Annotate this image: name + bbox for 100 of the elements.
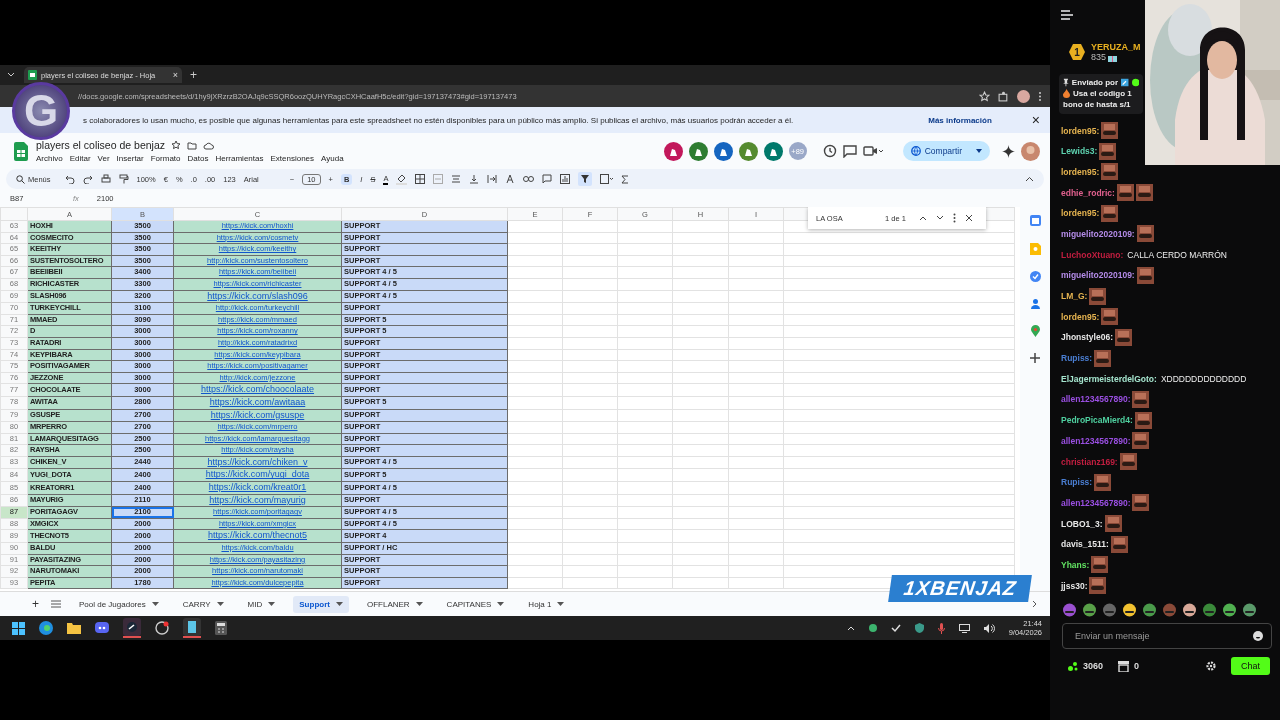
chat-username[interactable]: PedroPicaMierd4: [1061, 415, 1133, 426]
history-icon[interactable] [822, 144, 837, 158]
add-sheet-button[interactable]: + [32, 597, 39, 611]
menu-item[interactable]: Archivo [36, 154, 63, 163]
menu-item[interactable]: Formato [150, 154, 181, 163]
collapse-icon[interactable] [1025, 176, 1034, 182]
sheet-tab[interactable]: Support [293, 595, 349, 613]
profile-icon[interactable] [1017, 89, 1030, 103]
tasks-icon[interactable] [1029, 271, 1041, 282]
undo-icon[interactable] [64, 174, 75, 184]
sheet-tab[interactable]: Pool de Jugadores [73, 595, 165, 613]
recorder-icon[interactable] [155, 621, 169, 635]
emote-icon[interactable] [1082, 602, 1097, 618]
more-icon[interactable] [952, 213, 956, 223]
browser-icon[interactable] [39, 621, 53, 635]
sheets-logo-icon[interactable] [14, 141, 28, 161]
document-title[interactable]: players el coliseo de benjaz [36, 139, 165, 151]
print-icon[interactable] [100, 174, 111, 184]
chart-icon[interactable] [560, 174, 571, 184]
chat-username[interactable]: LM_G: [1061, 291, 1088, 301]
chat-username[interactable]: LOBO1_3: [1061, 518, 1103, 529]
emote-icon[interactable] [1242, 602, 1257, 618]
shield-icon[interactable] [914, 623, 924, 633]
wrap-icon[interactable] [487, 174, 498, 184]
new-tab-button[interactable]: + [190, 68, 197, 82]
share-button[interactable]: Compartir [902, 141, 990, 161]
menu-item[interactable]: Datos [187, 154, 209, 163]
vertical-align-icon[interactable] [469, 174, 480, 184]
fill-color-icon[interactable] [396, 173, 408, 185]
chat-username[interactable]: davis_1511: [1061, 539, 1109, 550]
emoji-icon[interactable] [1253, 631, 1263, 642]
comment-icon[interactable] [542, 174, 553, 184]
chat-username[interactable]: Yhans: [1061, 559, 1090, 570]
settings-icon[interactable] [1206, 661, 1216, 672]
close-icon[interactable]: × [172, 70, 178, 80]
more-info-link[interactable]: Más información [928, 115, 992, 125]
folder-icon[interactable] [187, 140, 197, 150]
chat-username[interactable]: miguelito2020109: [1061, 228, 1135, 239]
chat-username[interactable]: Rupiss: [1061, 353, 1093, 364]
sheet-tab[interactable]: MID [241, 595, 282, 613]
chat-username[interactable]: lorden95: [1061, 311, 1100, 322]
account-avatar[interactable] [1021, 141, 1040, 161]
chat-username[interactable]: jjss30: [1061, 580, 1088, 591]
emote-icon[interactable] [1182, 602, 1197, 618]
chat-username[interactable]: lorden95: [1061, 208, 1100, 219]
emote-icon[interactable] [1122, 602, 1137, 618]
collaborator-avatar[interactable] [713, 141, 733, 161]
collaborator-avatar[interactable] [738, 141, 758, 161]
collaborator-avatar[interactable] [663, 141, 683, 161]
menu-item[interactable]: Ayuda [321, 154, 344, 163]
points-icon[interactable] [1068, 661, 1078, 672]
chat-username[interactable]: ElJagermeisterdelGoto: [1061, 373, 1157, 384]
menu-item[interactable]: Herramientas [215, 154, 264, 163]
check-icon[interactable] [890, 623, 901, 633]
menu-item[interactable]: Ver [97, 154, 110, 163]
redo-icon[interactable] [82, 174, 93, 184]
store-icon[interactable] [1118, 660, 1130, 672]
chat-username[interactable]: Rupiss: [1061, 477, 1093, 488]
star-icon[interactable] [171, 140, 181, 150]
link-icon[interactable] [523, 175, 535, 183]
status-dot-icon[interactable] [868, 624, 877, 632]
folder-icon[interactable] [67, 622, 81, 634]
filter-views-icon[interactable] [600, 174, 614, 184]
chat-username[interactable]: edhie_rodric: [1061, 187, 1115, 198]
calculator-icon[interactable] [215, 621, 227, 635]
sheet-tab[interactable]: CARRY [176, 595, 230, 613]
sheet-tab[interactable]: OFFLANER [360, 595, 429, 613]
chat-username[interactable]: lorden95: [1061, 166, 1100, 177]
message-input[interactable]: Enviar un mensaje [1062, 623, 1272, 650]
filter-icon[interactable] [578, 172, 593, 186]
windows-icon[interactable] [12, 621, 25, 635]
video-call-icon[interactable] [862, 145, 883, 157]
extension-icon[interactable] [998, 90, 1009, 102]
close-icon[interactable] [964, 214, 973, 222]
plus-icon[interactable] [1030, 353, 1040, 363]
sparkle-icon[interactable] [1002, 144, 1015, 158]
chat-username[interactable]: allen1234567890: [1061, 497, 1131, 508]
cloud-icon[interactable] [203, 140, 214, 150]
menu-icon[interactable] [1038, 90, 1042, 102]
chat-username[interactable]: Jhonstyle06: [1061, 332, 1113, 343]
borders-icon[interactable] [415, 174, 426, 184]
menu-item[interactable]: Editar [69, 154, 91, 163]
display-icon[interactable] [958, 623, 970, 633]
chat-username[interactable]: christianz169: [1061, 456, 1118, 467]
paint-format-icon[interactable] [118, 174, 129, 184]
close-icon[interactable]: × [1031, 112, 1040, 128]
collaborator-avatar[interactable] [763, 141, 783, 161]
calendar-icon[interactable] [1029, 215, 1041, 226]
chat-username[interactable]: Lewids3: [1061, 146, 1098, 157]
chat-username[interactable]: lorden95: [1061, 125, 1100, 136]
chat-username[interactable]: allen1234567890: [1061, 435, 1131, 446]
menu-item[interactable]: Extensiones [270, 154, 315, 163]
sheet-tab[interactable]: CAPITANES [440, 595, 511, 613]
microphone-icon[interactable] [937, 622, 945, 634]
volume-icon[interactable] [983, 623, 995, 633]
chat-username[interactable]: miguelito2020109: [1061, 270, 1135, 281]
comment-icon[interactable] [842, 144, 857, 158]
chat-username[interactable]: LuchooXtuano: [1061, 249, 1124, 260]
map-pin-icon[interactable] [1030, 325, 1040, 337]
contacts-icon[interactable] [1029, 298, 1041, 309]
